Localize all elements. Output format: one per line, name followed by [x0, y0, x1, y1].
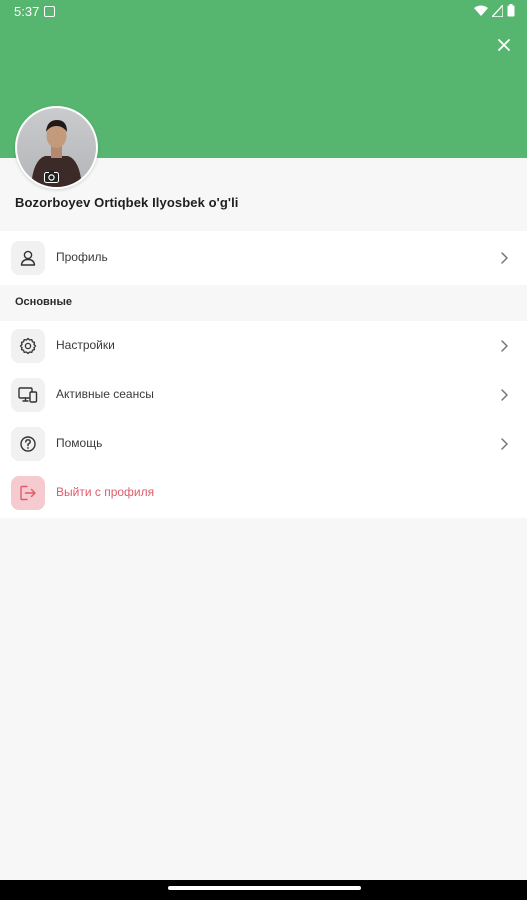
profile-card: Профиль: [0, 231, 527, 285]
main-menu-card: Настройки Активные сеансы Помощь Выйти с…: [0, 321, 527, 518]
help-icon-box: [11, 427, 45, 461]
gear-icon: [19, 337, 37, 355]
devices-icon: [18, 387, 38, 403]
chevron-right-icon: [501, 252, 508, 264]
home-gesture-handle[interactable]: [168, 886, 361, 890]
menu-item-label: Помощь: [56, 436, 103, 450]
chevron-right-icon: [501, 438, 508, 450]
status-time: 5:37: [14, 4, 40, 19]
settings-icon-box: [11, 329, 45, 363]
logout-icon: [20, 485, 36, 501]
system-nav-bar: [0, 880, 527, 900]
logout-item[interactable]: Выйти с профиля: [0, 468, 527, 517]
menu-item-settings[interactable]: Настройки: [0, 321, 527, 370]
profile-item[interactable]: Профиль: [0, 233, 527, 282]
battery-icon: [507, 4, 515, 17]
section-title: Основные: [15, 296, 72, 308]
profile-label: Профиль: [56, 250, 108, 264]
chevron-right-icon: [501, 340, 508, 352]
sessions-icon-box: [11, 378, 45, 412]
profile-icon-box: [11, 241, 45, 275]
user-name: Bozorboyev Ortiqbek Ilyosbek o'g'li: [15, 195, 239, 210]
logout-label: Выйти с профиля: [56, 485, 155, 499]
logout-icon-box: [11, 476, 45, 510]
chevron-right-icon: [501, 389, 508, 401]
close-icon: [498, 39, 510, 51]
notification-icon: [44, 6, 55, 17]
status-bar: 5:37: [0, 0, 527, 24]
menu-item-label: Активные сеансы: [56, 387, 154, 401]
user-icon: [20, 250, 36, 266]
wifi-icon: [474, 5, 488, 16]
menu-item-active-sessions[interactable]: Активные сеансы: [0, 370, 527, 419]
signal-icon: [492, 4, 503, 17]
menu-item-label: Настройки: [56, 338, 115, 352]
help-icon: [20, 436, 36, 452]
menu-item-help[interactable]: Помощь: [0, 419, 527, 468]
status-icons: [474, 4, 515, 17]
camera-icon[interactable]: [44, 170, 59, 183]
close-button[interactable]: [493, 34, 515, 56]
